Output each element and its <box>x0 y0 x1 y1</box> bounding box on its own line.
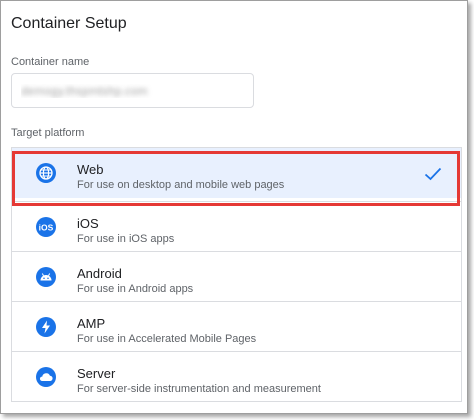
platform-option-description: For server-side instrumentation and meas… <box>77 383 321 395</box>
target-platform-label: Target platform <box>11 127 85 139</box>
platform-option-android[interactable]: Android For use in Android apps <box>12 251 461 301</box>
platform-option-amp[interactable]: AMP For use in Accelerated Mobile Pages <box>12 301 461 351</box>
platform-option-description: For use in Accelerated Mobile Pages <box>77 333 257 345</box>
target-platform-list: Web For use on desktop and mobile web pa… <box>11 147 462 402</box>
container-name-label: Container name <box>11 56 90 68</box>
platform-option-name: iOS <box>77 216 99 231</box>
container-name-input[interactable] <box>11 73 254 108</box>
amp-lightning-icon <box>36 317 56 337</box>
android-icon <box>36 267 56 287</box>
platform-option-ios[interactable]: iOS iOS For use in iOS apps <box>12 201 461 251</box>
globe-icon <box>36 163 56 183</box>
platform-option-name: Android <box>77 266 122 281</box>
ios-icon: iOS <box>36 217 56 237</box>
platform-option-server[interactable]: Server For server-side instrumentation a… <box>12 351 461 401</box>
platform-option-description: For use in Android apps <box>77 283 194 295</box>
panel-title: Container Setup <box>11 15 127 32</box>
svg-text:iOS: iOS <box>39 222 54 232</box>
platform-option-name: Web <box>77 162 104 177</box>
container-setup-panel: Container Setup Container name Target pl… <box>0 0 468 414</box>
platform-option-web[interactable]: Web For use on desktop and mobile web pa… <box>12 148 461 198</box>
platform-option-name: AMP <box>77 316 106 331</box>
platform-option-name: Server <box>77 366 116 381</box>
cloud-icon <box>36 367 56 387</box>
checkmark-icon <box>424 167 442 181</box>
platform-option-description: For use in iOS apps <box>77 233 175 245</box>
platform-option-description: For use on desktop and mobile web pages <box>77 179 285 191</box>
